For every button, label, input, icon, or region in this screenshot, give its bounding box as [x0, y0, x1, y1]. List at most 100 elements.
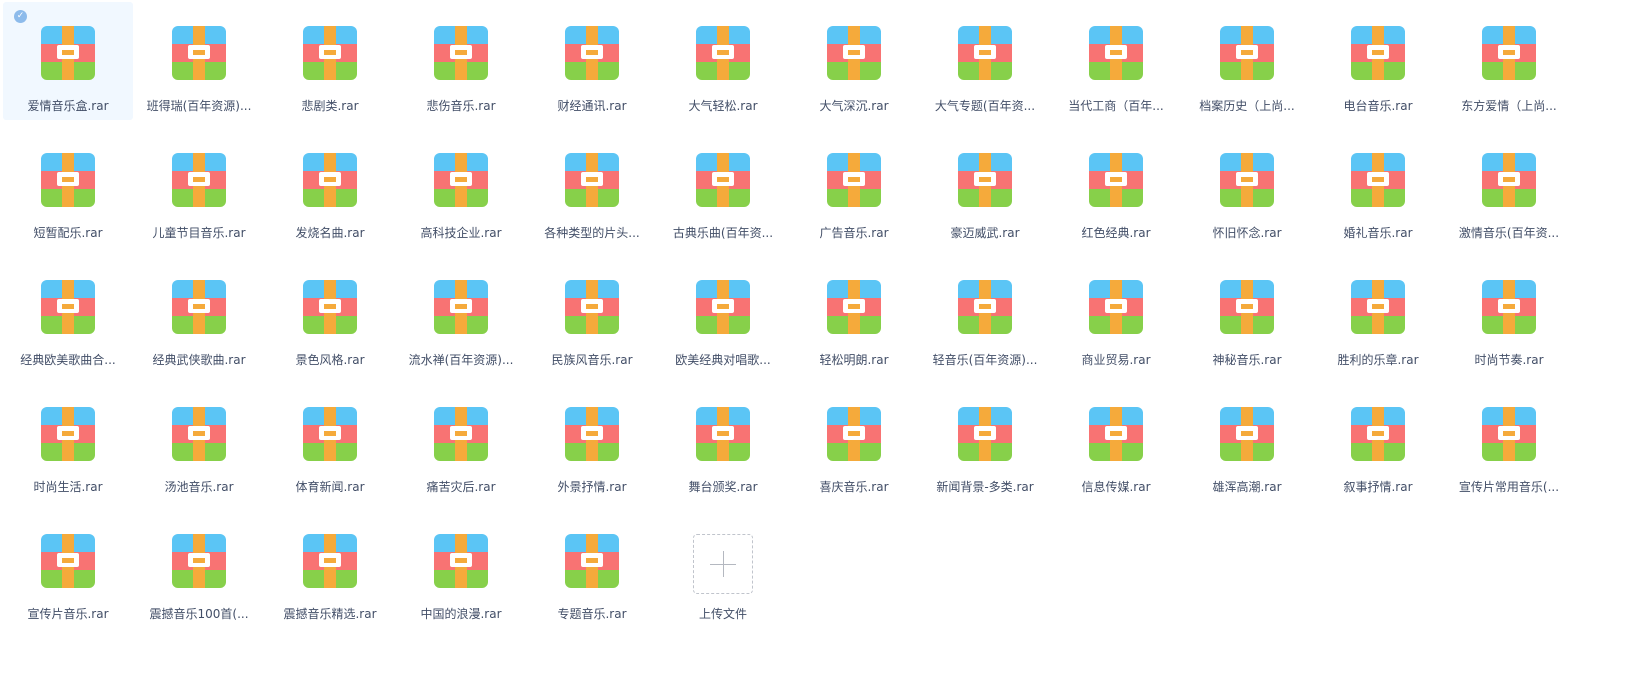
file-item[interactable]: 时尚生活.rar: [3, 383, 133, 501]
file-item[interactable]: 财经通讯.rar: [527, 2, 657, 120]
file-name: 爱情音乐盒.rar: [27, 99, 109, 113]
file-item[interactable]: ✓ 爱情音乐盒.rar: [3, 2, 133, 120]
archive-icon: [565, 26, 619, 80]
archive-icon: [1482, 280, 1536, 334]
file-item[interactable]: 班得瑞(百年资源)...: [134, 2, 264, 120]
file-item[interactable]: 震撼音乐100首(...: [134, 510, 264, 628]
archive-icon: [41, 534, 95, 588]
file-name: 叙事抒情.rar: [1343, 480, 1413, 494]
file-name: 财经通讯.rar: [557, 99, 627, 113]
file-item[interactable]: 外景抒情.rar: [527, 383, 657, 501]
file-name: 宣传片音乐.rar: [27, 607, 109, 621]
file-name: 轻音乐(百年资源)...: [932, 353, 1038, 367]
file-item[interactable]: 商业贸易.rar: [1051, 256, 1181, 374]
file-item[interactable]: 神秘音乐.rar: [1182, 256, 1312, 374]
archive-icon: [172, 407, 226, 461]
file-item[interactable]: 新闻背景-多类.rar: [920, 383, 1050, 501]
file-item[interactable]: 东方爱情（上尚...: [1444, 2, 1574, 120]
file-item[interactable]: 体育新闻.rar: [265, 383, 395, 501]
archive-icon: [303, 534, 357, 588]
file-name: 时尚生活.rar: [33, 480, 103, 494]
file-name: 悲剧类.rar: [301, 99, 359, 113]
file-name: 轻松明朗.rar: [819, 353, 889, 367]
file-item[interactable]: 宣传片音乐.rar: [3, 510, 133, 628]
archive-icon: [41, 407, 95, 461]
file-name: 经典武侠歌曲.rar: [152, 353, 246, 367]
file-item[interactable]: 发烧名曲.rar: [265, 129, 395, 247]
file-item[interactable]: 震撼音乐精选.rar: [265, 510, 395, 628]
file-name: 神秘音乐.rar: [1212, 353, 1282, 367]
file-item[interactable]: 中国的浪漫.rar: [396, 510, 526, 628]
file-item[interactable]: 当代工商（百年...: [1051, 2, 1181, 120]
archive-icon: [1089, 26, 1143, 80]
file-item[interactable]: 景色风格.rar: [265, 256, 395, 374]
file-name: 新闻背景-多类.rar: [936, 480, 1034, 494]
file-item[interactable]: 民族风音乐.rar: [527, 256, 657, 374]
file-item[interactable]: 电台音乐.rar: [1313, 2, 1443, 120]
file-item[interactable]: 广告音乐.rar: [789, 129, 919, 247]
file-name: 专题音乐.rar: [557, 607, 627, 621]
file-item[interactable]: 宣传片常用音乐(...: [1444, 383, 1574, 501]
archive-icon: [1220, 26, 1274, 80]
file-item[interactable]: 时尚节奏.rar: [1444, 256, 1574, 374]
file-item[interactable]: 舞台颁奖.rar: [658, 383, 788, 501]
file-item[interactable]: 雄浑高潮.rar: [1182, 383, 1312, 501]
file-name: 激情音乐(百年资...: [1458, 226, 1560, 240]
file-name: 时尚节奏.rar: [1474, 353, 1544, 367]
plus-icon[interactable]: [693, 534, 753, 594]
file-item[interactable]: 胜利的乐章.rar: [1313, 256, 1443, 374]
archive-icon: [565, 534, 619, 588]
file-item[interactable]: 轻松明朗.rar: [789, 256, 919, 374]
file-item[interactable]: 档案历史（上尚...: [1182, 2, 1312, 120]
file-item[interactable]: 红色经典.rar: [1051, 129, 1181, 247]
file-name: 胜利的乐章.rar: [1337, 353, 1419, 367]
file-item[interactable]: 古典乐曲(百年资...: [658, 129, 788, 247]
file-item[interactable]: 痛苦灾后.rar: [396, 383, 526, 501]
file-item[interactable]: 经典武侠歌曲.rar: [134, 256, 264, 374]
file-item[interactable]: 信息传媒.rar: [1051, 383, 1181, 501]
file-item[interactable]: 大气深沉.rar: [789, 2, 919, 120]
file-name: 欧美经典对唱歌...: [675, 353, 771, 367]
archive-icon: [434, 407, 488, 461]
file-name: 大气深沉.rar: [819, 99, 889, 113]
file-name: 班得瑞(百年资源)...: [146, 99, 252, 113]
archive-icon: [1351, 407, 1405, 461]
file-item[interactable]: 大气专题(百年资...: [920, 2, 1050, 120]
archive-icon: [827, 280, 881, 334]
archive-icon: [41, 153, 95, 207]
file-name: 信息传媒.rar: [1081, 480, 1151, 494]
archive-icon: [1482, 153, 1536, 207]
archive-icon: [1089, 407, 1143, 461]
file-item[interactable]: 豪迈威武.rar: [920, 129, 1050, 247]
file-item[interactable]: 短暂配乐.rar: [3, 129, 133, 247]
file-item[interactable]: 叙事抒情.rar: [1313, 383, 1443, 501]
file-item[interactable]: 悲伤音乐.rar: [396, 2, 526, 120]
file-name: 当代工商（百年...: [1068, 99, 1164, 113]
file-name: 东方爱情（上尚...: [1461, 99, 1557, 113]
file-item[interactable]: 儿童节目音乐.rar: [134, 129, 264, 247]
archive-icon: [41, 280, 95, 334]
file-item[interactable]: 喜庆音乐.rar: [789, 383, 919, 501]
file-item[interactable]: 怀旧怀念.rar: [1182, 129, 1312, 247]
upload-file-button[interactable]: 上传文件: [658, 510, 788, 628]
archive-icon: [1482, 26, 1536, 80]
file-item[interactable]: 悲剧类.rar: [265, 2, 395, 120]
file-item[interactable]: 各种类型的片头...: [527, 129, 657, 247]
file-name: 体育新闻.rar: [295, 480, 365, 494]
file-item[interactable]: 汤池音乐.rar: [134, 383, 264, 501]
archive-icon: [696, 153, 750, 207]
file-name: 景色风格.rar: [295, 353, 365, 367]
file-item[interactable]: 专题音乐.rar: [527, 510, 657, 628]
file-name: 各种类型的片头...: [544, 226, 640, 240]
file-item[interactable]: 激情音乐(百年资...: [1444, 129, 1574, 247]
archive-icon: [827, 407, 881, 461]
file-item[interactable]: 婚礼音乐.rar: [1313, 129, 1443, 247]
file-item[interactable]: 大气轻松.rar: [658, 2, 788, 120]
file-item[interactable]: 经典欧美歌曲合...: [3, 256, 133, 374]
archive-icon: [303, 26, 357, 80]
selected-check-icon[interactable]: ✓: [14, 10, 27, 23]
file-item[interactable]: 高科技企业.rar: [396, 129, 526, 247]
file-item[interactable]: 欧美经典对唱歌...: [658, 256, 788, 374]
file-item[interactable]: 轻音乐(百年资源)...: [920, 256, 1050, 374]
file-item[interactable]: 流水禅(百年资源)...: [396, 256, 526, 374]
